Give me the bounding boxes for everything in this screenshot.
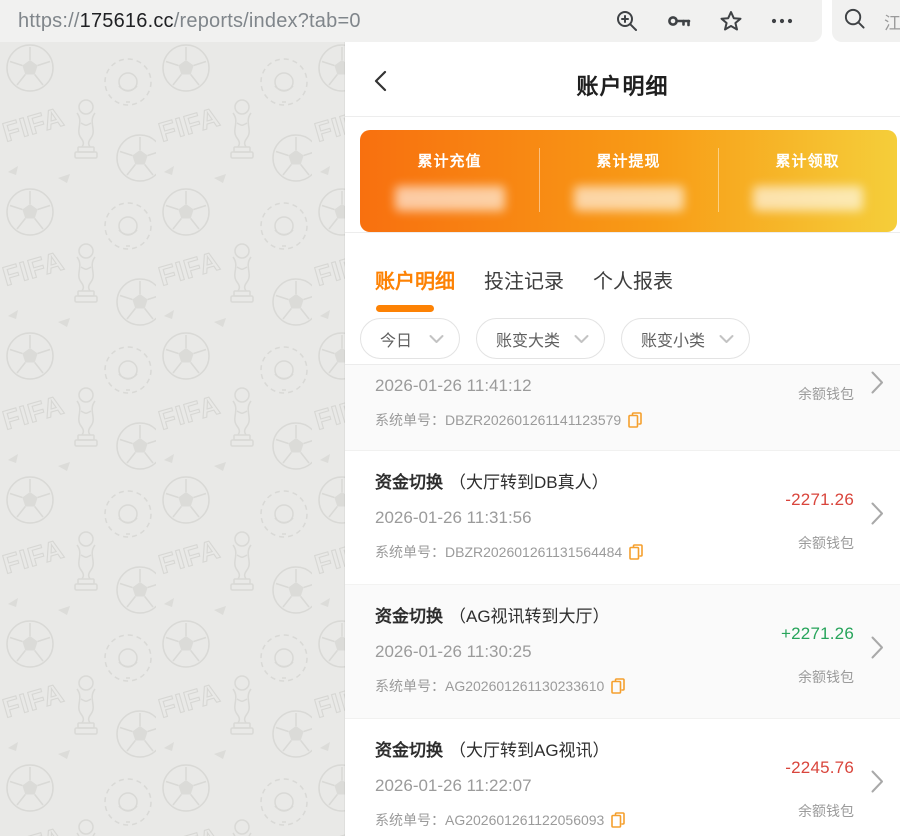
- fifa-pattern-background: FIFA: [0, 42, 345, 836]
- address-bar[interactable]: https://175616.cc/reports/index?tab=0: [0, 0, 822, 42]
- record-wallet: 余额钱包: [781, 667, 854, 687]
- summary-total-withdraw: 累计提现: [539, 130, 718, 232]
- record-subtitle: （大厅转到AG视讯）: [449, 741, 610, 760]
- summary-card: 累计充值 累计提现 累计领取: [360, 130, 897, 232]
- record-type: 资金切换: [375, 473, 443, 492]
- search-suggestion-partial: 江: [884, 9, 900, 34]
- record-title: 资金切换 （AG视讯转到大厅）: [375, 602, 750, 627]
- summary-total-deposit: 累计充值: [360, 130, 539, 232]
- url-path: /reports/index?tab=0: [174, 10, 361, 32]
- filter-major-category-dropdown[interactable]: 账变大类: [476, 318, 605, 359]
- chevron-right-icon[interactable]: [871, 636, 884, 659]
- filter-minor-category-dropdown[interactable]: 账变小类: [621, 318, 750, 359]
- page-title: 账户明细: [345, 42, 900, 101]
- masked-value: [574, 186, 684, 211]
- url-text[interactable]: https://175616.cc/reports/index?tab=0: [18, 10, 615, 33]
- record-row[interactable]: 2026-01-26 11:41:12 系统单号：DBZR202601261141…: [345, 365, 900, 451]
- clipped-amount: +2330.10: [781, 365, 854, 371]
- record-time: 2026-01-26 11:41:12: [375, 376, 750, 396]
- chevron-right-icon[interactable]: [871, 371, 884, 394]
- browser-toolbar: https://175616.cc/reports/index?tab=0: [0, 0, 900, 42]
- active-tab-underline: [376, 305, 434, 312]
- record-amount: +2271.26: [781, 624, 854, 644]
- chevron-right-icon[interactable]: [871, 770, 884, 793]
- record-order: 系统单号：AG202601261130233610: [375, 676, 750, 696]
- tab-bet-records[interactable]: 投注记录: [484, 265, 564, 294]
- order-number: AG202601261130233610: [445, 678, 604, 694]
- tab-account-detail[interactable]: 账户明细: [375, 265, 455, 294]
- record-subtitle: （AG视讯转到大厅）: [449, 607, 610, 626]
- copy-icon[interactable]: [611, 678, 625, 694]
- summary-section: 累计充值 累计提现 累计领取: [345, 117, 900, 233]
- order-label: 系统单号：: [375, 810, 445, 830]
- summary-label: 累计充值: [360, 150, 539, 171]
- record-time: 2026-01-26 11:30:25: [375, 642, 750, 662]
- record-wallet: 余额钱包: [781, 384, 854, 404]
- record-time: 2026-01-26 11:31:56: [375, 508, 750, 528]
- search-icon[interactable]: [843, 7, 866, 35]
- masked-value: [753, 186, 863, 211]
- record-wallet: 余额钱包: [785, 533, 854, 553]
- copy-icon[interactable]: [629, 544, 643, 560]
- record-amount: -2245.76: [785, 758, 854, 778]
- record-amount: -2271.26: [785, 490, 854, 510]
- star-icon[interactable]: [719, 9, 743, 33]
- tab-personal-report[interactable]: 个人报表: [593, 265, 673, 294]
- masked-value: [395, 186, 505, 211]
- record-row[interactable]: 资金切换 （AG视讯转到大厅） 2026-01-26 11:30:25 系统单号：AG…: [345, 584, 900, 719]
- chevron-right-icon[interactable]: [871, 502, 884, 525]
- zoom-in-icon[interactable]: [615, 9, 639, 33]
- order-label: 系统单号：: [375, 410, 445, 430]
- more-icon[interactable]: [770, 9, 794, 33]
- chevron-down-icon: [719, 334, 734, 344]
- search-box[interactable]: 江: [832, 0, 900, 42]
- record-order: 系统单号：AG202601261122056093: [375, 810, 750, 830]
- chevron-down-icon: [574, 334, 589, 344]
- order-number: DBZR202601261141123579: [445, 412, 621, 428]
- record-title: 资金切换 （大厅转到DB真人）: [375, 468, 750, 493]
- record-row[interactable]: 资金切换 （大厅转到AG视讯） 2026-01-26 11:22:07 系统单号：AG…: [345, 719, 900, 836]
- record-amount: +2330.10: [781, 365, 854, 369]
- record-type: 资金切换: [375, 741, 443, 760]
- url-domain: 175616.cc: [80, 10, 174, 32]
- record-order: 系统单号：DBZR202601261141123579: [375, 410, 750, 430]
- order-label: 系统单号：: [375, 542, 445, 562]
- filter-label: 账变小类: [641, 327, 705, 351]
- record-subtitle: （大厅转到DB真人）: [449, 473, 609, 492]
- order-number: AG202601261122056093: [445, 812, 604, 828]
- record-order: 系统单号：DBZR202601261131564484: [375, 542, 750, 562]
- summary-label: 累计提现: [539, 150, 718, 171]
- chevron-down-icon: [429, 334, 444, 344]
- url-scheme: https://: [18, 10, 80, 32]
- record-row[interactable]: 资金切换 （大厅转到DB真人） 2026-01-26 11:31:56 系统单号：DB…: [345, 451, 900, 584]
- tabs-block: 账户明细 投注记录 个人报表: [345, 233, 900, 318]
- record-type: 资金切换: [375, 607, 443, 626]
- summary-label: 累计领取: [718, 150, 897, 171]
- copy-icon[interactable]: [611, 812, 625, 828]
- filter-label: 账变大类: [496, 327, 560, 351]
- record-title: 资金切换 （大厅转到AG视讯）: [375, 736, 750, 761]
- filter-date-dropdown[interactable]: 今日: [360, 318, 460, 359]
- record-time: 2026-01-26 11:22:07: [375, 776, 750, 796]
- app-header: 账户明细: [345, 42, 900, 117]
- order-label: 系统单号：: [375, 676, 445, 696]
- key-icon[interactable]: [666, 9, 692, 33]
- summary-total-claim: 累计领取: [718, 130, 897, 232]
- filter-row: 今日 账变大类 账变小类: [345, 318, 900, 364]
- copy-icon[interactable]: [628, 412, 642, 428]
- record-list: 2026-01-26 11:41:12系统单号：DBZR202601261141…: [345, 364, 900, 836]
- filter-label: 今日: [380, 327, 412, 351]
- record-wallet: 余额钱包: [785, 801, 854, 821]
- order-number: DBZR202601261131564484: [445, 544, 622, 560]
- account-detail-panel: 账户明细 累计充值 累计提现 累计领取 账户明细 投注记录 个人报表: [345, 42, 900, 836]
